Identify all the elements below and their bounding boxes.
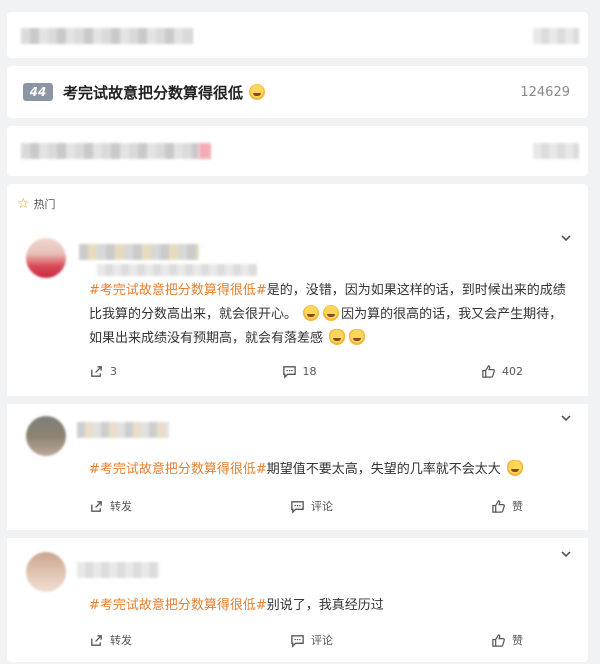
- laughing-emoji-icon: [249, 84, 266, 100]
- avatar[interactable]: [26, 238, 66, 278]
- blurred-username: [77, 562, 159, 578]
- blurred-text: [21, 143, 199, 159]
- share-icon: [91, 500, 102, 512]
- hot-section-header: ☆ 热门: [17, 196, 56, 212]
- divider: [7, 396, 588, 404]
- topic-link[interactable]: #考完试故意把分数算得很低#: [89, 598, 267, 613]
- trend-row[interactable]: 44 考完试故意把分数算得很低 124629: [7, 66, 588, 118]
- star-icon: ☆: [17, 196, 30, 212]
- like-button[interactable]: 赞: [491, 498, 523, 514]
- blurred-username: [79, 244, 199, 260]
- comment-button[interactable]: 评论: [290, 498, 333, 514]
- blurred-count: [533, 28, 579, 44]
- thumbs-up-icon: [492, 499, 505, 513]
- comment-text: #考完试故意把分数算得很低#期望值不要太高，失望的几率就不会太大: [89, 458, 566, 482]
- laughing-emoji-icon: [323, 305, 340, 321]
- cat-emoji-icon: [506, 460, 523, 476]
- laughing-emoji-icon: [303, 305, 320, 321]
- comment-actions: 转发 评论 赞: [89, 632, 523, 648]
- blurred-text: [21, 28, 193, 44]
- comment-icon: [291, 634, 304, 648]
- comment-actions: 转发 评论 赞: [89, 498, 523, 514]
- comment-button[interactable]: 18: [282, 364, 317, 379]
- chevron-down-icon[interactable]: [560, 548, 572, 560]
- hot-section-label: 热门: [33, 198, 56, 211]
- trend-hot-count: 124629: [520, 84, 570, 100]
- blurred-label: [199, 143, 211, 159]
- topic-link[interactable]: #考完试故意把分数算得很低#: [89, 283, 267, 298]
- avatar[interactable]: [26, 552, 66, 592]
- repost-button[interactable]: 3: [89, 364, 117, 379]
- comments-card: ☆ 热门 #考完试故意把分数算得很低#是的，没错，因为如果这样的话，到时候出来的…: [7, 184, 588, 662]
- repost-button[interactable]: 转发: [89, 632, 132, 648]
- like-button[interactable]: 402: [481, 364, 523, 379]
- cat-emoji-icon: [329, 329, 346, 345]
- blurred-count: [533, 143, 579, 159]
- trend-title[interactable]: 考完试故意把分数算得很低: [63, 82, 243, 103]
- blurred-trend-row-bottom[interactable]: [7, 126, 588, 176]
- topic-link[interactable]: #考完试故意把分数算得很低#: [89, 462, 267, 477]
- divider: [7, 530, 588, 538]
- thumbs-up-icon: [482, 365, 495, 378]
- comment-button[interactable]: 评论: [290, 632, 333, 648]
- repost-button[interactable]: 转发: [89, 498, 132, 514]
- thumbs-up-icon: [492, 633, 505, 647]
- chevron-down-icon[interactable]: [560, 232, 572, 244]
- avatar[interactable]: [26, 416, 66, 456]
- comment-text: #考完试故意把分数算得很低#是的，没错，因为如果这样的话，到时候出来的成绩比我算…: [89, 283, 566, 346]
- chevron-down-icon[interactable]: [560, 412, 572, 424]
- like-button[interactable]: 赞: [491, 632, 523, 648]
- comment-icon: [282, 366, 296, 379]
- cat-emoji-icon: [349, 329, 366, 345]
- share-icon: [91, 634, 102, 646]
- blurred-trend-row-top[interactable]: [7, 12, 588, 58]
- share-icon: [91, 366, 102, 377]
- blurred-username: [77, 422, 169, 438]
- comment-actions: 3 18 402: [89, 364, 523, 379]
- rank-badge: 44: [23, 83, 53, 101]
- comment-text: #考完试故意把分数算得很低#别说了，我真经历过: [89, 598, 384, 613]
- comment-icon: [291, 500, 304, 514]
- blurred-meta: [97, 264, 257, 276]
